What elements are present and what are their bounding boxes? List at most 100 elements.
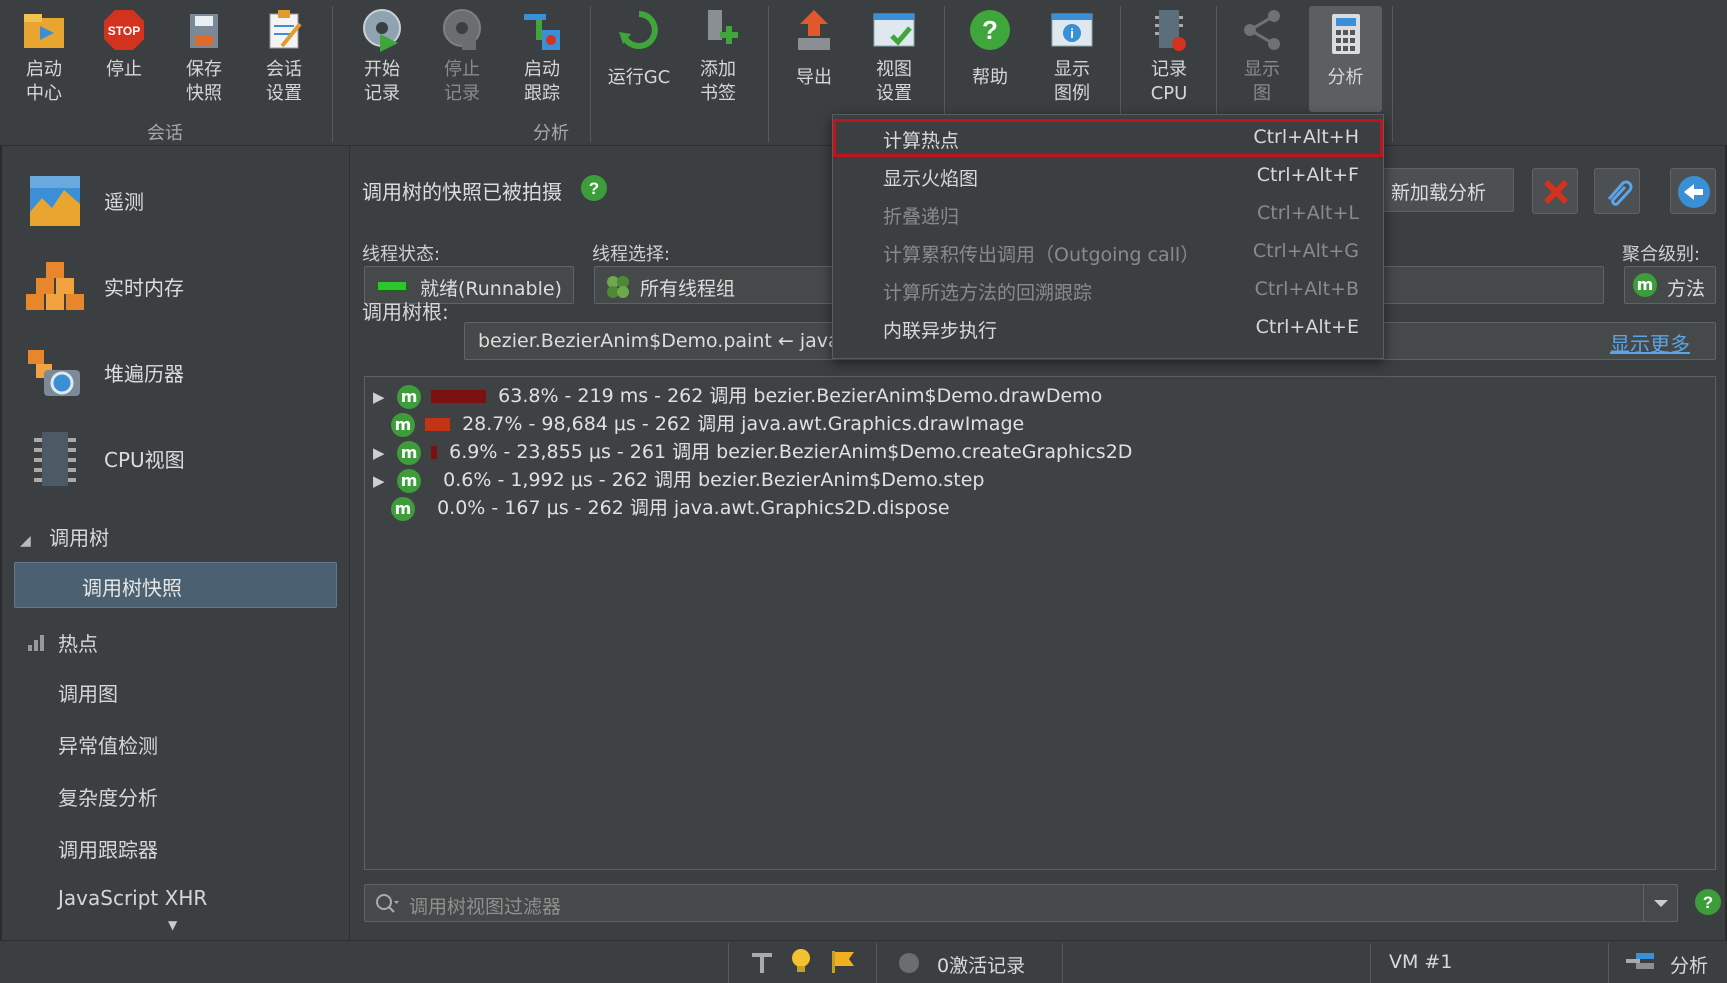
analyze-menu-button[interactable]: 分析: [1309, 6, 1382, 112]
record-cpu-button[interactable]: 记录 CPU: [1138, 6, 1200, 112]
bar-chart-icon: [28, 634, 44, 656]
session-settings-button[interactable]: 会话 设置: [256, 6, 312, 112]
show-legend-button[interactable]: i 显示 图例: [1044, 6, 1100, 112]
export-button[interactable]: 导出: [786, 6, 842, 112]
svg-text:STOP: STOP: [108, 24, 140, 38]
record-cpu-icon: [1145, 6, 1193, 54]
sidebar-item-hotspots[interactable]: 热点: [28, 628, 98, 657]
filter-dropdown-button[interactable]: [1643, 885, 1677, 921]
svg-text:?: ?: [1703, 893, 1713, 912]
start-tracking-button[interactable]: 启动 跟踪: [514, 6, 570, 112]
menu-item-inline-async[interactable]: 内联异步执行 Ctrl+Alt+E: [833, 309, 1383, 347]
toolbar-separator: [1392, 6, 1393, 142]
add-bookmark-button[interactable]: 添加 书签: [690, 6, 746, 112]
heap-walker-icon: [26, 344, 84, 402]
filter-help-icon[interactable]: ?: [1694, 888, 1722, 921]
live-memory-icon: [26, 258, 84, 316]
group-label-session: 会话: [147, 123, 183, 144]
tree-row[interactable]: ▶ m 63.8% - 219 ms - 262 调用 bezier.Bezie…: [373, 381, 1102, 409]
thread-group-select[interactable]: 所有线程组: [594, 266, 834, 304]
toolbar-separator: [768, 6, 769, 142]
attach-button[interactable]: [1594, 168, 1640, 214]
menu-item-calculate-hotspots[interactable]: 计算热点 Ctrl+Alt+H: [833, 119, 1383, 157]
expand-arrow-icon[interactable]: ▶: [373, 444, 391, 462]
sidebar-section-call-tree[interactable]: ◢ 调用树: [20, 522, 109, 551]
mode-icon: [1626, 951, 1656, 978]
method-badge-icon: m: [397, 468, 422, 493]
run-gc-button[interactable]: 运行GC: [606, 6, 672, 112]
runnable-color-swatch: [377, 281, 407, 291]
analyze-dropdown-menu: 计算热点 Ctrl+Alt+H 显示火焰图 Ctrl+Alt+F 折叠递归 Ct…: [832, 114, 1384, 359]
svg-text:?: ?: [589, 179, 599, 198]
sidebar-item-call-tracer[interactable]: 调用跟踪器: [58, 834, 158, 863]
sidebar-item-telemetry[interactable]: 遥测: [26, 172, 326, 242]
menu-item-show-flame-graph[interactable]: 显示火焰图 Ctrl+Alt+F: [833, 157, 1383, 195]
scroll-down-icon[interactable]: ▼: [168, 918, 177, 932]
tree-row[interactable]: ▶ m 0.6% - 1,992 μs - 262 调用 bezier.Bezi…: [373, 465, 985, 493]
method-badge-icon: m: [397, 440, 422, 465]
method-badge-icon: m: [391, 412, 415, 437]
method-badge-icon: m: [397, 384, 422, 409]
toolbar-separator: [332, 6, 333, 142]
stop-sign-icon: STOP: [100, 6, 148, 54]
call-tree-filter-input[interactable]: 调用树视图过滤器: [364, 884, 1678, 922]
back-button[interactable]: [1670, 168, 1716, 214]
show-graph-button[interactable]: 显示 图: [1234, 6, 1290, 112]
sidebar-item-outlier-detection[interactable]: 异常值检测: [58, 730, 158, 759]
menu-item-cumulative-outgoing-calls[interactable]: 计算累积传出调用（Outgoing call） Ctrl+Alt+G: [833, 233, 1383, 271]
sidebar-item-javascript-xhr[interactable]: JavaScript XHR: [58, 886, 207, 910]
reload-analysis-button[interactable]: 新加载分析: [1380, 168, 1514, 212]
filter-combo[interactable]: [1380, 266, 1604, 304]
svg-text:i: i: [1070, 26, 1074, 41]
svg-text:?: ?: [982, 15, 998, 45]
tree-row[interactable]: ▶ m 6.9% - 23,855 μs - 261 调用 bezier.Bez…: [373, 437, 1132, 465]
sidebar-item-cpu-views[interactable]: CPU视图: [26, 430, 326, 500]
tree-row[interactable]: m 28.7% - 98,684 μs - 262 调用 java.awt.Gr…: [391, 409, 1024, 437]
menu-item-backtraces[interactable]: 计算所选方法的回溯跟踪 Ctrl+Alt+B: [833, 271, 1383, 309]
folder-launch-icon: [20, 6, 68, 54]
active-recordings-count: 0激活记录: [937, 955, 1026, 977]
thread-state-label: 线程状态:: [362, 244, 441, 265]
method-badge-icon: m: [391, 496, 415, 521]
view-settings-button[interactable]: 视图 设置: [866, 6, 922, 112]
toolbar-separator: [590, 6, 591, 142]
sidebar-item-call-graph[interactable]: 调用图: [58, 678, 118, 707]
export-icon: [790, 6, 838, 54]
menu-item-fold-recursion[interactable]: 折叠递归 Ctrl+Alt+L: [833, 195, 1383, 233]
help-icon[interactable]: ?: [580, 174, 608, 207]
show-legend-icon: i: [1048, 6, 1096, 54]
sidebar-item-live-memory[interactable]: 实时内存: [26, 258, 326, 328]
discard-button[interactable]: [1532, 168, 1578, 214]
snapshot-header: 调用树的快照已被拍摄: [362, 180, 562, 204]
cpu-chip-icon: [26, 430, 84, 488]
start-tracking-icon: [518, 6, 566, 54]
start-recording-button[interactable]: 开始 记录: [354, 6, 410, 112]
chevron-down-icon: [1654, 900, 1668, 907]
thread-group-icon: [605, 274, 631, 305]
show-more-link[interactable]: 显示更多: [1610, 328, 1690, 357]
lightbulb-icon[interactable]: [790, 948, 812, 981]
status-bar: 0激活记录 VM #1 分析: [0, 940, 1727, 983]
expand-arrow-icon[interactable]: ▶: [373, 472, 391, 490]
launch-center-button[interactable]: 启动 中心: [14, 6, 74, 112]
run-gc-icon: [615, 6, 663, 54]
flag-icon[interactable]: [830, 949, 856, 980]
sidebar-item-complexity-analysis[interactable]: 复杂度分析: [58, 782, 158, 811]
sidebar: 遥测 实时内存 堆遍历器 CPU视图 ◢ 调用树 调用树快照 热点 调用图 异常…: [2, 146, 350, 940]
sidebar-item-call-tree-snapshot[interactable]: 调用树快照: [14, 562, 337, 608]
stop-recording-button[interactable]: 停止 记录: [434, 6, 490, 112]
pin-icon[interactable]: [750, 949, 774, 980]
save-disk-icon: [180, 6, 228, 54]
help-button[interactable]: ? 帮助: [962, 6, 1018, 112]
expand-arrow-icon[interactable]: ▶: [373, 388, 391, 406]
aggregation-select[interactable]: m 方法: [1624, 266, 1716, 304]
status-separator: [1062, 943, 1063, 983]
save-snapshot-button[interactable]: 保存 快照: [176, 6, 232, 112]
call-tree[interactable]: ▶ m 63.8% - 219 ms - 262 调用 bezier.Bezie…: [364, 376, 1716, 870]
stop-button[interactable]: STOP 停止: [96, 6, 152, 112]
sidebar-item-heap-walker[interactable]: 堆遍历器: [26, 344, 326, 414]
status-separator: [1608, 943, 1609, 983]
paperclip-icon: [1607, 180, 1633, 206]
thread-select-label: 线程选择:: [592, 244, 671, 265]
tree-row[interactable]: m 0.0% - 167 μs - 262 调用 java.awt.Graphi…: [391, 493, 950, 521]
